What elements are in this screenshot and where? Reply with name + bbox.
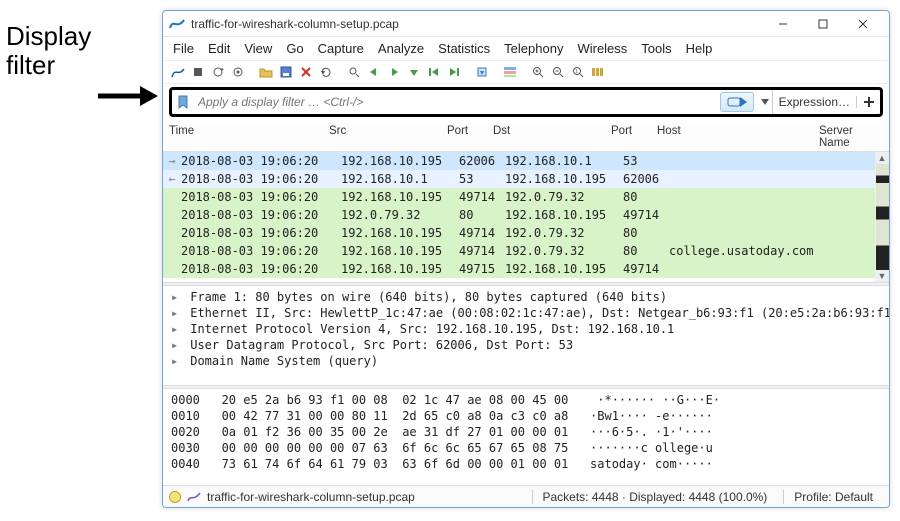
menu-statistics[interactable]: Statistics [438,41,490,56]
close-button[interactable] [843,11,883,37]
go-last-icon[interactable] [445,63,463,81]
window-title: traffic-for-wireshark-column-setup.pcap [191,17,763,31]
menu-help[interactable]: Help [686,41,713,56]
menu-tools[interactable]: Tools [641,41,671,56]
go-first-icon[interactable] [425,63,443,81]
display-filter-bar: Expression… [169,87,883,117]
status-packets: Packets: 4448 · Displayed: 4448 (100.0%) [532,490,778,504]
zoom-out-icon[interactable] [549,63,567,81]
scroll-down-icon[interactable]: ▼ [875,270,889,282]
display-filter-input[interactable] [194,92,716,112]
col-sport[interactable]: Port [447,125,493,149]
col-time[interactable]: Time [169,125,329,149]
go-to-packet-icon[interactable] [405,63,423,81]
open-file-icon[interactable] [257,63,275,81]
status-bar: traffic-for-wireshark-column-setup.pcap … [163,485,889,507]
status-profile[interactable]: Profile: Default [783,490,883,504]
expand-toggle-icon[interactable]: ▸ [171,354,183,368]
packet-row[interactable]: 2018-08-03 19:06:20 192.168.10.195 49715… [163,260,889,278]
menu-view[interactable]: View [244,41,272,56]
auto-scroll-icon[interactable] [473,63,491,81]
minimize-button[interactable] [763,11,803,37]
main-toolbar: 1 [163,60,889,84]
annotation-label: Display filter [6,22,91,79]
annotation-arrow-icon [96,80,158,112]
app-window: traffic-for-wireshark-column-setup.pcap … [162,10,890,508]
add-filter-button[interactable] [856,96,880,108]
packet-row[interactable]: 2018-08-03 19:06:20 192.0.79.32 80 192.1… [163,206,889,224]
hex-line[interactable]: 0020 0a 01 f2 36 00 35 00 2e ae 31 df 27… [171,425,881,441]
apply-filter-button[interactable] [720,92,754,112]
titlebar: traffic-for-wireshark-column-setup.pcap [163,11,889,37]
related-out-icon: → [163,154,181,168]
col-dst[interactable]: Dst [493,125,611,149]
menu-wireless[interactable]: Wireless [577,41,627,56]
status-filename: traffic-for-wireshark-column-setup.pcap [207,490,435,504]
menu-telephony[interactable]: Telephony [504,41,563,56]
expand-toggle-icon[interactable]: ▸ [171,322,183,336]
expert-info-icon[interactable] [169,491,181,503]
packet-list-header: Time Src Port Dst Port Host Server Name [163,123,889,152]
restart-capture-icon[interactable] [209,63,227,81]
zoom-in-icon[interactable] [529,63,547,81]
packet-row[interactable]: 2018-08-03 19:06:20 192.168.10.195 49714… [163,224,889,242]
details-tree-item[interactable]: ▸ Ethernet II, Src: HewlettP_1c:47:ae (0… [171,306,881,322]
svg-text:1: 1 [575,69,578,75]
scroll-up-icon[interactable]: ▲ [875,152,889,164]
go-forward-icon[interactable] [385,63,403,81]
packet-row[interactable]: →2018-08-03 19:06:20 192.168.10.195 6200… [163,152,889,170]
hex-line[interactable]: 0010 00 42 77 31 00 00 80 11 2d 65 c0 a8… [171,409,881,425]
menu-go[interactable]: Go [286,41,303,56]
hex-line[interactable]: 0030 00 00 00 00 00 00 07 63 6f 6c 6c 65… [171,441,881,457]
menu-capture[interactable]: Capture [318,41,364,56]
wireshark-app-icon [169,16,185,32]
colorize-icon[interactable] [501,63,519,81]
packet-minimap[interactable] [875,152,889,282]
maximize-button[interactable] [803,11,843,37]
expand-toggle-icon[interactable]: ▸ [171,306,183,320]
close-file-icon[interactable] [297,63,315,81]
packet-row[interactable]: ←2018-08-03 19:06:20 192.168.10.1 53 192… [163,170,889,188]
packet-row[interactable]: 2018-08-03 19:06:20 192.168.10.195 49714… [163,242,889,260]
find-icon[interactable] [345,63,363,81]
packet-bytes-pane[interactable]: 0000 20 e5 2a b6 93 f1 00 08 02 1c 47 ae… [163,389,889,485]
expand-toggle-icon[interactable]: ▸ [171,290,183,304]
details-tree-item[interactable]: ▸ Domain Name System (query) [171,354,881,370]
menu-edit[interactable]: Edit [208,41,230,56]
menu-bar: File Edit View Go Capture Analyze Statis… [163,37,889,60]
stop-capture-icon[interactable] [189,63,207,81]
packet-details-pane[interactable]: ▸ Frame 1: 80 bytes on wire (640 bits), … [163,286,889,386]
expand-toggle-icon[interactable]: ▸ [171,338,183,352]
expression-button[interactable]: Expression… [772,90,856,114]
packet-list-pane[interactable]: →2018-08-03 19:06:20 192.168.10.195 6200… [163,152,889,282]
packet-row[interactable]: 2018-08-03 19:06:20 192.168.10.195 49714… [163,188,889,206]
details-tree-item[interactable]: ▸ Internet Protocol Version 4, Src: 192.… [171,322,881,338]
col-servername[interactable]: Server Name [819,125,879,149]
resize-columns-icon[interactable] [589,63,607,81]
details-tree-item[interactable]: ▸ Frame 1: 80 bytes on wire (640 bits), … [171,290,881,306]
col-host[interactable]: Host [657,125,819,149]
reload-icon[interactable] [317,63,335,81]
save-file-icon[interactable] [277,63,295,81]
options-icon[interactable] [229,63,247,81]
col-dport[interactable]: Port [611,125,657,149]
details-tree-item[interactable]: ▸ User Datagram Protocol, Src Port: 6200… [171,338,881,354]
go-back-icon[interactable] [365,63,383,81]
capture-file-icon [187,490,201,504]
bookmark-filter-icon[interactable] [172,95,194,109]
hex-line[interactable]: 0000 20 e5 2a b6 93 f1 00 08 02 1c 47 ae… [171,393,881,409]
col-src[interactable]: Src [329,125,447,149]
zoom-reset-icon[interactable]: 1 [569,63,587,81]
menu-analyze[interactable]: Analyze [378,41,424,56]
related-in-icon: ← [163,172,181,186]
shark-fin-icon[interactable] [169,63,187,81]
filter-history-dropdown[interactable] [758,98,772,106]
menu-file[interactable]: File [173,41,194,56]
hex-line[interactable]: 0040 73 61 74 6f 64 61 79 03 63 6f 6d 00… [171,457,881,473]
